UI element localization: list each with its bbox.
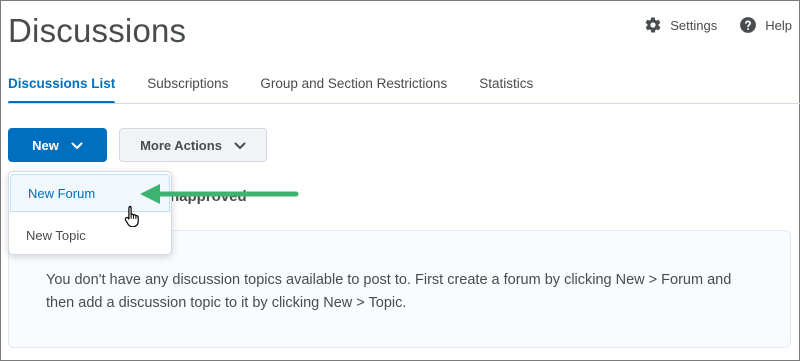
help-link[interactable]: Help: [739, 16, 792, 34]
menu-item-label: New Forum: [28, 185, 96, 201]
new-button-label: New: [32, 137, 59, 153]
annotation-arrow: [138, 183, 300, 210]
more-actions-label: More Actions: [140, 137, 222, 153]
chevron-down-icon: [71, 138, 83, 153]
tab-subscriptions[interactable]: Subscriptions: [147, 66, 228, 103]
header-links: Settings Help: [644, 16, 792, 34]
gear-icon: [644, 16, 662, 34]
page-title: Discussions: [8, 12, 187, 49]
new-button[interactable]: New: [8, 128, 107, 162]
help-label: Help: [765, 17, 792, 33]
tab-statistics[interactable]: Statistics: [479, 66, 533, 103]
tab-group-section-restrictions[interactable]: Group and Section Restrictions: [260, 66, 447, 103]
menu-item-new-topic[interactable]: New Topic: [9, 216, 171, 254]
menu-item-label: New Topic: [26, 227, 86, 243]
settings-link[interactable]: Settings: [644, 16, 717, 34]
empty-state-message: You don't have any discussion topics ava…: [46, 272, 732, 311]
chevron-down-icon: [234, 138, 246, 153]
tab-divider: [8, 103, 800, 104]
tab-discussions-list[interactable]: Discussions List: [8, 66, 116, 104]
more-actions-button[interactable]: More Actions: [119, 128, 267, 162]
settings-label: Settings: [670, 17, 718, 33]
question-circle-icon: [739, 16, 757, 34]
tab-bar: Discussions List Subscriptions Group and…: [8, 66, 800, 104]
